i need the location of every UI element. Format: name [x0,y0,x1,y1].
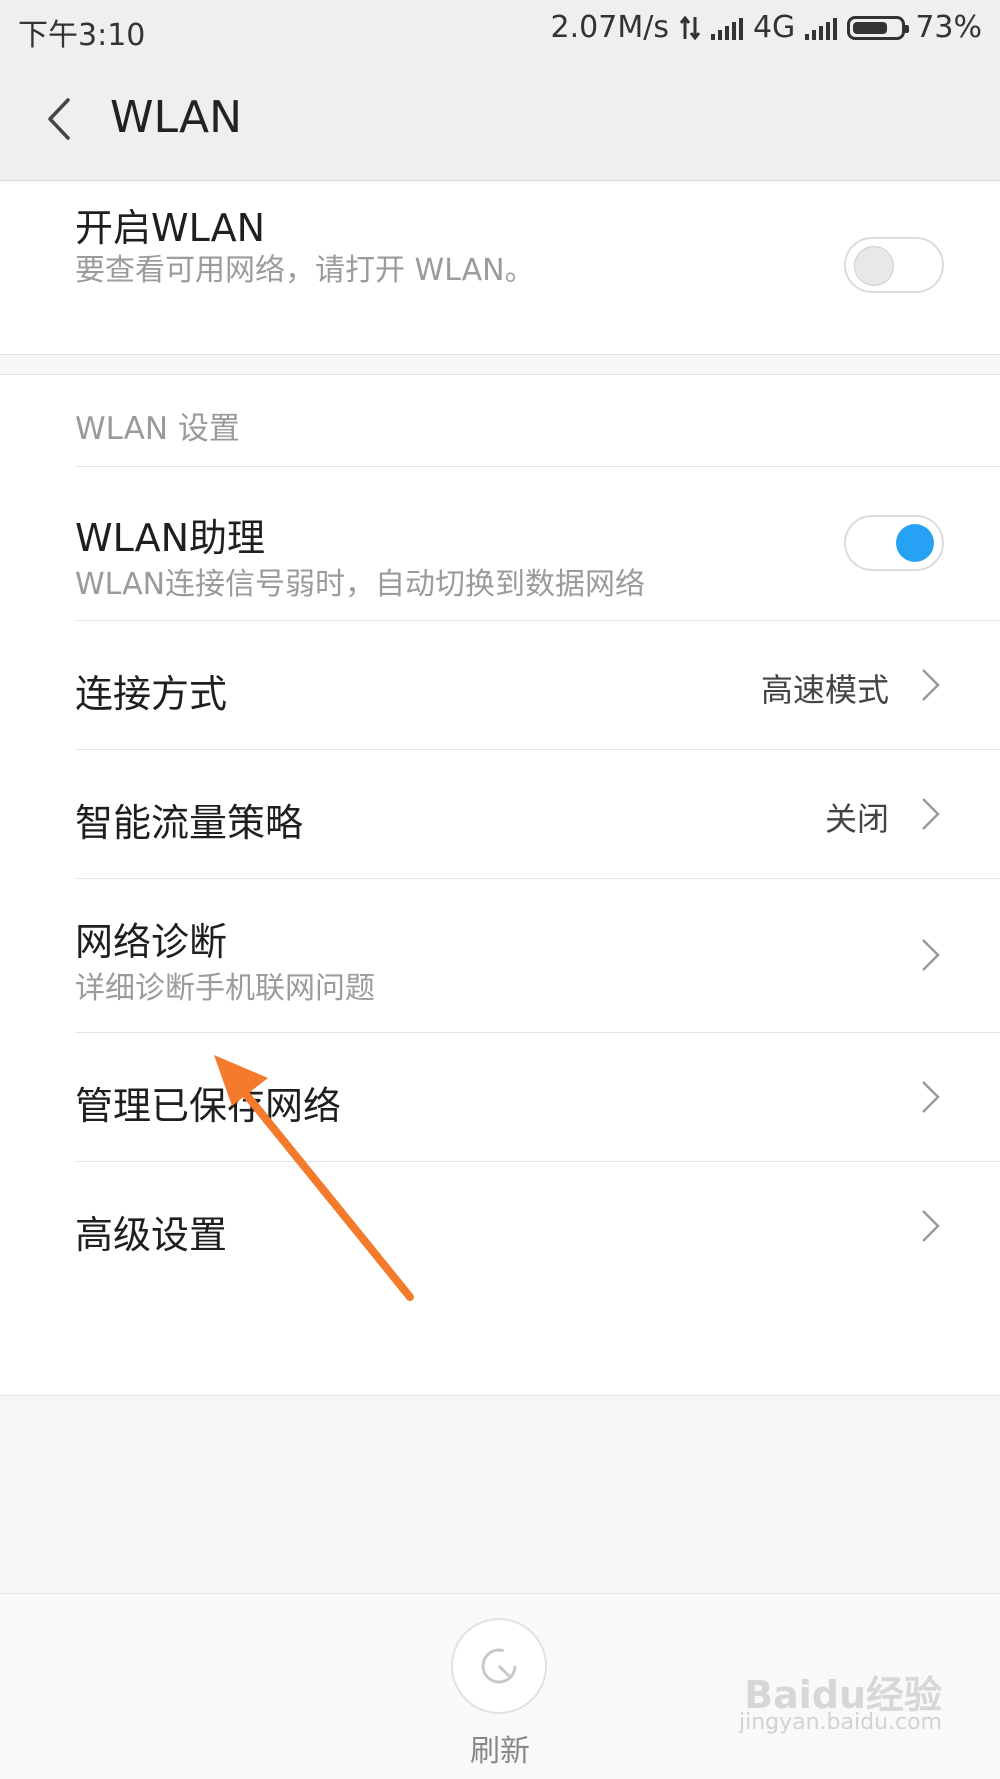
wlan-assistant-toggle[interactable] [844,515,944,571]
wlan-assistant-subtitle: WLAN连接信号弱时，自动切换到数据网络 [75,567,646,602]
refresh-icon [481,1648,517,1684]
wlan-switch-title: 开启WLAN [75,206,266,250]
toggle-knob [854,246,894,286]
net-speed: 2.07M/s [550,10,669,45]
advanced-settings-title: 高级设置 [75,1213,228,1257]
battery-icon [847,15,910,40]
connection-mode-value: 高速模式 [760,671,889,709]
chevron-right-icon [922,1210,940,1242]
bottom-bar: 刷新 Baidu经验 jingyan.baidu.com [0,1593,1000,1779]
status-indicators: 2.07M/s 4G 73% [551,10,982,45]
back-arrow-icon[interactable] [40,94,80,144]
saved-networks-title: 管理已保存网络 [75,1084,342,1128]
chevron-right-icon [922,669,940,701]
wlan-settings-section: WLAN 设置 WLAN助理 WLAN连接信号弱时，自动切换到数据网络 连接方式… [0,374,1000,1396]
network-diagnosis-row[interactable]: 网络诊断 详细诊断手机联网问题 [75,879,1000,1032]
title-bar: WLAN [0,58,1000,181]
baidu-watermark-url: jingyan.baidu.com [738,1710,942,1735]
saved-networks-row[interactable]: 管理已保存网络 [75,1033,1000,1161]
smart-traffic-title: 智能流量策略 [75,801,304,845]
network-type: 4G [752,10,796,45]
wlan-toggle[interactable] [844,237,944,293]
network-diagnosis-subtitle: 详细诊断手机联网问题 [75,971,375,1006]
network-diagnosis-title: 网络诊断 [75,920,228,964]
page-title: WLAN [110,92,243,143]
chevron-right-icon [922,1081,940,1113]
smart-traffic-value: 关闭 [824,800,889,838]
status-bar: 下午3:10 2.07M/s 4G 73% [0,0,1000,58]
connection-mode-title: 连接方式 [75,672,228,716]
signal-icon [710,16,743,40]
chevron-right-icon [922,798,940,830]
wlan-assistant-title: WLAN助理 [75,516,266,560]
status-time: 下午3:10 [18,18,146,53]
refresh-button[interactable] [451,1618,547,1714]
wlan-switch-subtitle: 要查看可用网络，请打开 WLAN。 [75,253,535,288]
chevron-right-icon [922,939,940,971]
wlan-switch-section: 开启WLAN 要查看可用网络，请打开 WLAN。 [0,181,1000,355]
signal-icon-2 [805,16,838,40]
section-label: WLAN 设置 [75,411,240,447]
data-transfer-icon [679,15,701,40]
battery-percent: 73% [915,10,982,45]
advanced-settings-row[interactable]: 高级设置 [75,1162,1000,1290]
toggle-knob [896,524,934,562]
